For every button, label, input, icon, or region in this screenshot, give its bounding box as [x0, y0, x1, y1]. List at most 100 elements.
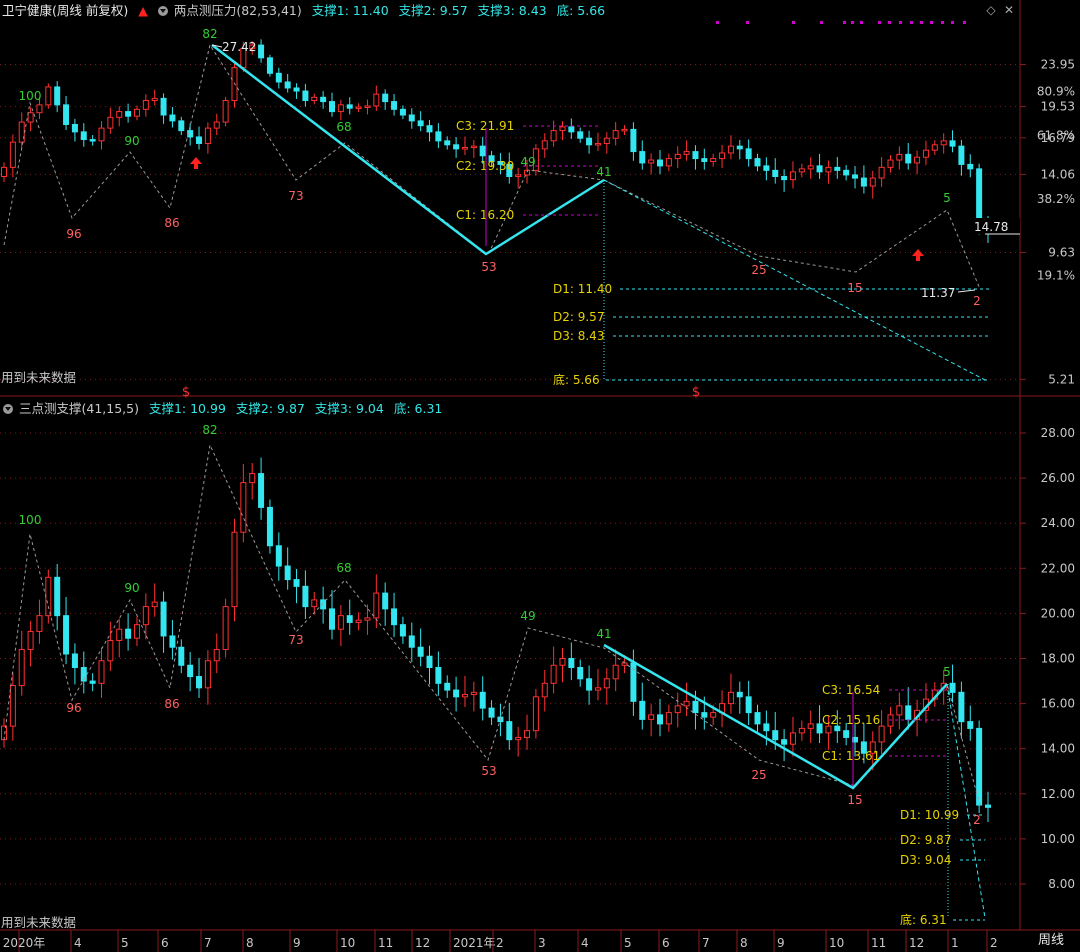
swing-label: 15	[847, 281, 862, 295]
swing-label: 100	[19, 513, 42, 527]
candle-panel1	[160, 97, 167, 116]
candle-panel1	[196, 136, 203, 144]
x-tick-label: 5	[624, 936, 632, 950]
candle-panel1	[399, 108, 406, 116]
signal-dot	[860, 21, 863, 24]
candle-panel2	[160, 601, 167, 637]
signal-dot	[843, 21, 846, 24]
swing-label: 96	[66, 701, 81, 715]
candle-panel1	[27, 112, 34, 123]
candle-panel2	[284, 565, 291, 581]
chart-canvas[interactable]: 23.9519.5316.7914.069.635.2180.9%61.8%38…	[0, 0, 1080, 952]
signal-dot	[951, 21, 954, 24]
level-label: D3: 9.04	[900, 853, 951, 867]
candle-panel1	[258, 44, 265, 59]
candle-panel2	[763, 723, 770, 732]
y-tick-label: 18.00	[1041, 652, 1075, 666]
y-tick-label: 22.00	[1041, 561, 1075, 575]
candle-panel2	[302, 585, 309, 608]
candle-panel2	[231, 531, 238, 608]
x-tick-label: 11	[378, 936, 393, 950]
candle-panel2	[541, 682, 548, 698]
x-tick-label: 3	[538, 936, 546, 950]
swing-label: 68	[336, 561, 351, 575]
pct-tick-label: 38.2%	[1037, 192, 1075, 206]
signal-dot	[792, 21, 795, 24]
swing-label: 2	[973, 294, 981, 308]
x-tick-label: 6	[161, 936, 169, 950]
signal-dot	[930, 21, 933, 24]
y-tick-label: 20.00	[1041, 606, 1075, 620]
candle-panel1	[798, 168, 805, 173]
candle-panel1	[311, 96, 318, 102]
x-tick-label: 4	[581, 936, 589, 950]
candle-panel2	[63, 615, 70, 655]
candle-panel1	[373, 93, 380, 107]
candle-panel1	[417, 120, 424, 127]
x-tick-label: 11	[871, 936, 886, 950]
candle-panel2	[674, 705, 681, 714]
y-tick-label: 10.00	[1041, 832, 1075, 846]
candle-panel1	[869, 177, 876, 187]
candle-panel2	[18, 648, 25, 687]
candle-panel1	[302, 90, 309, 102]
timeframe-label[interactable]: 周线	[1022, 930, 1080, 952]
candle-panel1	[887, 159, 894, 168]
candle-panel2	[532, 696, 539, 732]
candle-panel2	[727, 691, 734, 705]
swing-label: 82	[202, 27, 217, 41]
candle-panel1	[701, 158, 708, 162]
candle-panel2	[293, 579, 300, 587]
candle-panel2	[222, 606, 229, 650]
candle-panel2	[346, 615, 353, 623]
candle-panel2	[444, 682, 451, 691]
x-tick-label: 8	[740, 936, 748, 950]
candle-panel2	[36, 615, 43, 632]
candle-panel2	[373, 592, 380, 619]
candle-panel1	[151, 97, 158, 102]
candle-panel2	[479, 691, 486, 709]
candle-panel1	[825, 166, 832, 173]
swing-label: 68	[336, 120, 351, 134]
candle-panel1	[843, 169, 850, 176]
candle-panel1	[692, 151, 699, 160]
candle-panel2	[435, 667, 442, 684]
candle-panel2	[967, 721, 974, 729]
candle-panel1	[603, 137, 610, 144]
candle-panel1	[63, 104, 70, 125]
candle-panel1	[674, 153, 681, 160]
candle-panel1	[630, 128, 637, 153]
candle-panel1	[931, 144, 938, 151]
x-tick-label: 2020年	[3, 936, 46, 950]
candle-panel1	[266, 57, 273, 74]
level-label: D3: 8.43	[553, 329, 604, 343]
signal-dot	[963, 21, 966, 24]
candle-panel1	[284, 81, 291, 89]
candle-panel2	[648, 714, 655, 720]
candle-panel2	[461, 694, 468, 698]
x-tick-label: 7	[702, 936, 710, 950]
level-label: C3: 21.91	[456, 119, 514, 133]
up-arrow-icon	[190, 157, 202, 169]
candle-panel1	[204, 127, 211, 144]
low-price-mark: 11.37	[921, 286, 955, 300]
projection-line	[603, 179, 986, 381]
x-tick-label: 8	[246, 936, 254, 950]
candle-panel1	[940, 140, 947, 146]
candle-panel1	[391, 101, 398, 110]
candle-panel1	[922, 149, 929, 158]
candle-panel1	[329, 101, 335, 113]
candle-panel1	[710, 158, 717, 162]
candle-panel1	[745, 148, 752, 160]
level-label: 底: 5.66	[553, 372, 600, 387]
candle-panel2	[54, 576, 61, 617]
candle-panel2	[133, 624, 140, 639]
candle-panel2	[337, 615, 344, 630]
candle-panel2	[798, 727, 805, 734]
pct-tick-label: 80.9%	[1037, 85, 1075, 99]
x-tick-label: 10	[829, 936, 844, 950]
candle-panel2	[745, 696, 752, 714]
candle-panel2	[45, 576, 52, 617]
candle-panel2	[568, 658, 575, 669]
candle-panel1	[621, 128, 628, 132]
